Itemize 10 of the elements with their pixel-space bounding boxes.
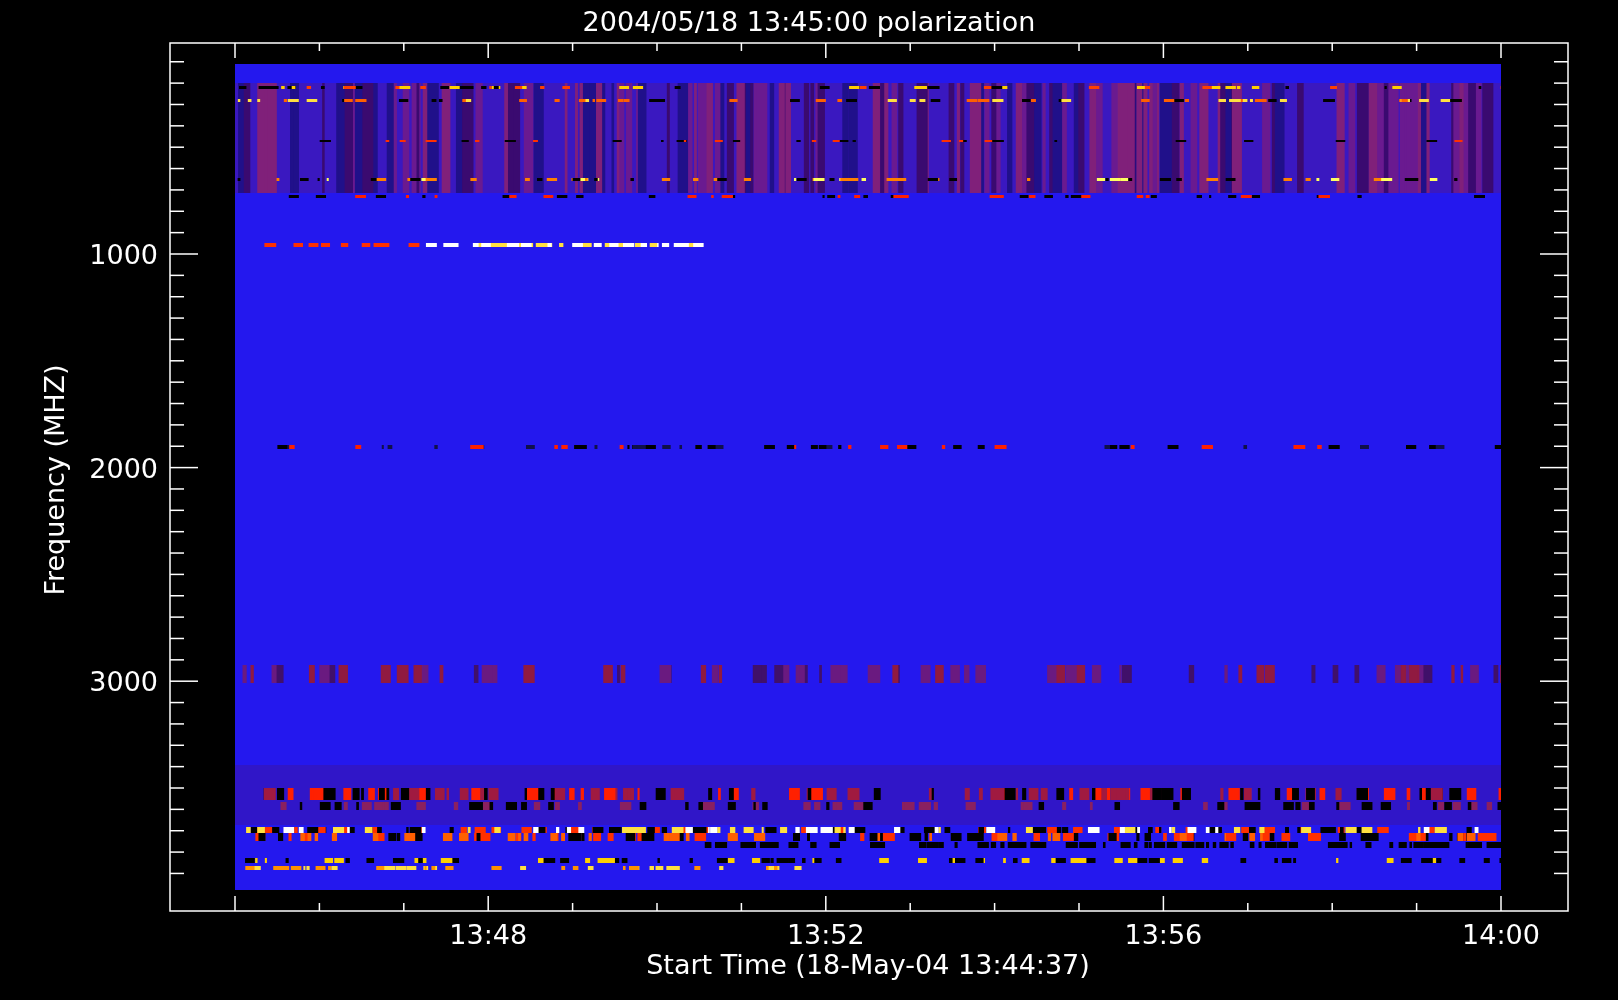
tick-label: 1000 — [89, 239, 158, 270]
tick-label: 13:48 — [449, 919, 528, 950]
chart-title: 2004/05/18 13:45:00 polarization — [582, 6, 1036, 37]
tick-label: 13:56 — [1124, 919, 1203, 950]
axis-title: Start Time (18-May-04 13:44:37) — [646, 949, 1090, 980]
tick-label: 14:00 — [1462, 919, 1540, 950]
axis-title: Frequency (MHZ) — [39, 364, 70, 596]
tick-label: 13:52 — [786, 919, 865, 950]
tick-label: 3000 — [89, 666, 158, 698]
tick-label: 2000 — [89, 452, 158, 484]
